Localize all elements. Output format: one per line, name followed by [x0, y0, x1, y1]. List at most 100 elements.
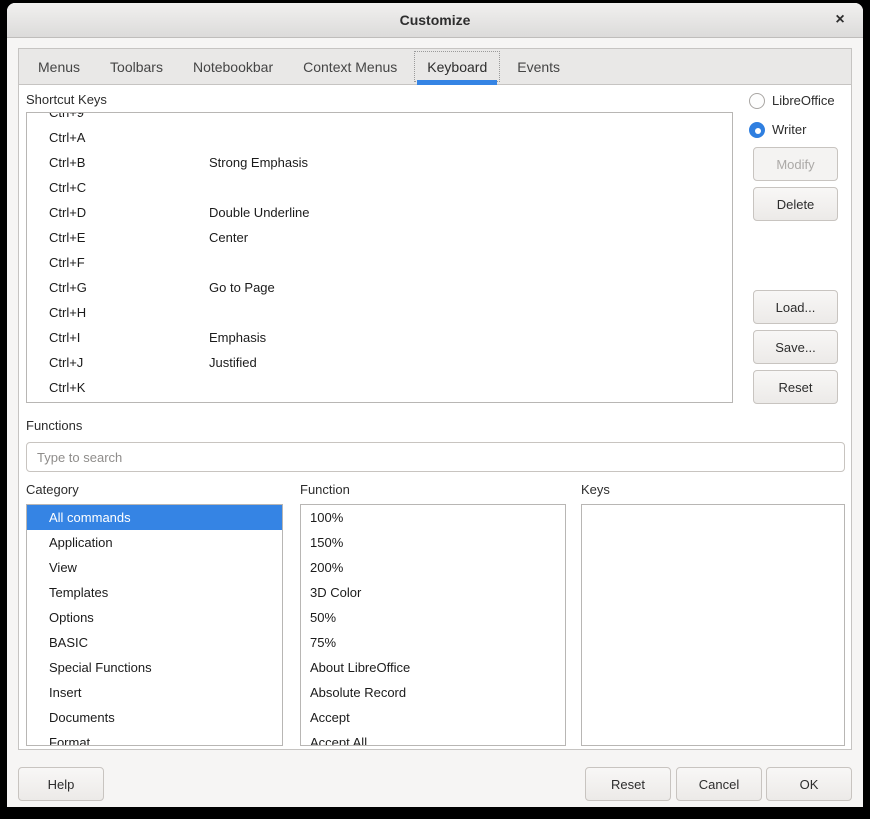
shortcut-row[interactable]: Ctrl+H: [27, 300, 732, 325]
tab[interactable]: Menus: [23, 49, 95, 84]
radio-icon: [749, 93, 765, 109]
category-item[interactable]: Insert: [27, 680, 282, 705]
customize-dialog: Customize × Menus Toolbars Notebookbar C…: [7, 3, 863, 807]
function-item-label: Accept: [310, 710, 350, 725]
notebook: Menus Toolbars Notebookbar Context Menus…: [18, 48, 852, 750]
function-item[interactable]: 100%: [301, 505, 565, 530]
shortcut-row[interactable]: Ctrl+9: [27, 112, 732, 125]
function-item[interactable]: 50%: [301, 605, 565, 630]
function-item[interactable]: 3D Color: [301, 580, 565, 605]
shortcut-key: Ctrl+J: [27, 355, 209, 370]
reset-shortcuts-button[interactable]: Reset: [753, 370, 838, 404]
function-item[interactable]: About LibreOffice: [301, 655, 565, 680]
scope-radio-option[interactable]: Writer: [749, 121, 835, 138]
category-item[interactable]: Application: [27, 530, 282, 555]
function-item-label: About LibreOffice: [310, 660, 410, 675]
delete-button[interactable]: Delete: [753, 187, 838, 221]
tab-label: Menus: [38, 59, 80, 75]
category-column-label: Category: [26, 482, 79, 497]
function-item-label: 50%: [310, 610, 336, 625]
shortcut-key: Ctrl+E: [27, 230, 209, 245]
shortcut-row[interactable]: Ctrl+G Go to Page: [27, 275, 732, 300]
titlebar[interactable]: Customize ×: [7, 3, 863, 38]
shortcut-row[interactable]: Ctrl+D Double Underline: [27, 200, 732, 225]
shortcut-key: Ctrl+D: [27, 205, 209, 220]
keys-list[interactable]: [581, 504, 845, 746]
shortcut-row[interactable]: Ctrl+F: [27, 250, 732, 275]
category-item[interactable]: Options: [27, 605, 282, 630]
shortcut-row[interactable]: Ctrl+B Strong Emphasis: [27, 150, 732, 175]
tab[interactable]: Notebookbar: [178, 49, 288, 84]
category-item-label: All commands: [49, 510, 131, 525]
function-item-label: 100%: [310, 510, 343, 525]
function-item-label: 75%: [310, 635, 336, 650]
shortcut-key: Ctrl+K: [27, 380, 209, 395]
category-item[interactable]: Templates: [27, 580, 282, 605]
category-item-label: Insert: [49, 685, 82, 700]
shortcut-key: Ctrl+H: [27, 305, 209, 320]
dialog-footer: Help Reset Cancel OK: [7, 750, 863, 807]
help-button[interactable]: Help: [18, 767, 104, 801]
shortcut-key: Ctrl+C: [27, 180, 209, 195]
function-item-label: 200%: [310, 560, 343, 575]
shortcut-row[interactable]: Ctrl+A: [27, 125, 732, 150]
function-item[interactable]: 200%: [301, 555, 565, 580]
shortcut-key: Ctrl+9: [27, 112, 209, 120]
search-input[interactable]: [26, 442, 845, 472]
category-item[interactable]: Format: [27, 730, 282, 746]
shortcut-key: Ctrl+B: [27, 155, 209, 170]
scope-radio-option[interactable]: LibreOffice: [749, 92, 835, 109]
radio-label: LibreOffice: [772, 93, 835, 108]
shortcut-row[interactable]: Ctrl+J Justified: [27, 350, 732, 375]
category-item[interactable]: All commands: [27, 505, 282, 530]
radio-icon: [749, 122, 765, 138]
category-item-label: Templates: [49, 585, 108, 600]
scope-radio-group: LibreOffice Writer: [749, 92, 835, 150]
shortcut-key: Ctrl+F: [27, 255, 209, 270]
function-item[interactable]: 150%: [301, 530, 565, 555]
shortcut-keys-list[interactable]: Ctrl+9 Ctrl+A Ctrl+B Strong Emphasis: [26, 112, 733, 403]
category-item[interactable]: Documents: [27, 705, 282, 730]
function-item[interactable]: Absolute Record: [301, 680, 565, 705]
function-list[interactable]: 100% 150% 200% 3D Color 50%: [300, 504, 566, 746]
category-list[interactable]: All commands Application View Templates: [26, 504, 283, 746]
tab[interactable]: Context Menus: [288, 49, 412, 84]
shortcut-row[interactable]: Ctrl+K: [27, 375, 732, 400]
shortcut-command: Emphasis: [209, 330, 732, 345]
shortcut-rows: Ctrl+9 Ctrl+A Ctrl+B Strong Emphasis: [27, 112, 732, 400]
tab-label: Context Menus: [303, 59, 397, 75]
keyboard-tab-pane: Shortcut Keys Ctrl+9 Ctrl+A: [19, 85, 851, 749]
function-item-label: Absolute Record: [310, 685, 406, 700]
tab-label: Keyboard: [427, 59, 487, 75]
shortcut-row[interactable]: Ctrl+E Center: [27, 225, 732, 250]
function-item[interactable]: 75%: [301, 630, 565, 655]
category-item[interactable]: Special Functions: [27, 655, 282, 680]
ok-button[interactable]: OK: [766, 767, 852, 801]
tab-label: Toolbars: [110, 59, 163, 75]
close-icon[interactable]: ×: [829, 9, 851, 31]
tab[interactable]: Keyboard: [412, 49, 502, 84]
dialog-title: Customize: [400, 12, 471, 28]
category-item[interactable]: BASIC: [27, 630, 282, 655]
tab[interactable]: Toolbars: [95, 49, 178, 84]
shortcut-keys-label: Shortcut Keys: [26, 92, 107, 107]
tab-bar: Menus Toolbars Notebookbar Context Menus…: [19, 49, 851, 85]
shortcut-command: Center: [209, 230, 732, 245]
save-button[interactable]: Save...: [753, 330, 838, 364]
modify-button[interactable]: Modify: [753, 147, 838, 181]
shortcut-row[interactable]: Ctrl+C: [27, 175, 732, 200]
cancel-button[interactable]: Cancel: [676, 767, 762, 801]
category-item-label: BASIC: [49, 635, 88, 650]
function-item[interactable]: Accept: [301, 705, 565, 730]
reset-button[interactable]: Reset: [585, 767, 671, 801]
shortcut-row[interactable]: Ctrl+I Emphasis: [27, 325, 732, 350]
shortcut-command: Strong Emphasis: [209, 155, 732, 170]
category-item-label: View: [49, 560, 77, 575]
shortcut-key: Ctrl+G: [27, 280, 209, 295]
functions-label: Functions: [26, 418, 82, 433]
load-button[interactable]: Load...: [753, 290, 838, 324]
category-item[interactable]: View: [27, 555, 282, 580]
shortcut-key: Ctrl+A: [27, 130, 209, 145]
function-item[interactable]: Accept All: [301, 730, 565, 746]
tab[interactable]: Events: [502, 49, 575, 84]
